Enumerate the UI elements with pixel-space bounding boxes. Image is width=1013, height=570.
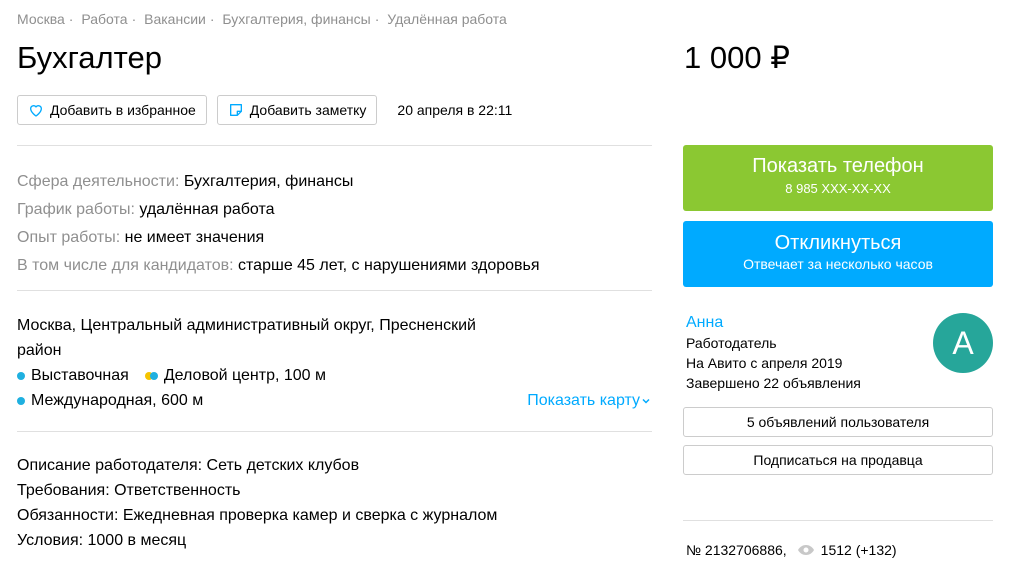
breadcrumb-item[interactable]: Москва <box>17 11 65 27</box>
param-value: удалённая работа <box>139 201 275 218</box>
divider <box>683 520 993 521</box>
heart-icon <box>29 105 43 117</box>
param-key: Сфера деятельности: <box>17 173 180 190</box>
seller-since: На Авито с апреля 2019 <box>686 355 843 371</box>
divider <box>17 145 652 146</box>
description-line: Условия: 1000 в месяц <box>17 532 187 549</box>
breadcrumb-item[interactable]: Работа <box>81 11 127 27</box>
avatar[interactable]: А <box>933 313 993 373</box>
metro-station: Выставочная <box>17 363 129 388</box>
publish-date: 20 апреля в 22:11 <box>397 102 513 118</box>
subscribe-seller-button[interactable]: Подписаться на продавца <box>683 445 993 475</box>
breadcrumb-item[interactable]: Вакансии <box>144 11 206 27</box>
show-phone-button[interactable]: Показать телефон 8 985 XXX-XX-XX <box>683 145 993 211</box>
metro-dot-icon <box>17 396 25 405</box>
description-line: Требования: Ответственность <box>17 482 241 499</box>
respond-sub: Отвечает за несколько часов <box>743 256 933 272</box>
description-line: Описание работодателя: Сеть детских клуб… <box>17 457 360 474</box>
param-row: В том числе для кандидатов: старше 45 ле… <box>17 252 540 280</box>
item-number: № 2132706886, <box>686 542 787 558</box>
param-key: График работы: <box>17 201 135 218</box>
metro-station-name: Выставочная <box>31 367 129 384</box>
param-key: В том числе для кандидатов: <box>17 257 234 274</box>
param-key: Опыт работы: <box>17 229 121 246</box>
respond-label: Откликнуться <box>774 232 902 254</box>
param-value: Бухгалтерия, финансы <box>183 173 354 190</box>
respond-button[interactable]: Откликнуться Отвечает за несколько часов <box>683 221 993 287</box>
metro-station-name: Деловой центр, 100 м <box>163 367 327 384</box>
description: Описание работодателя: Сеть детских клуб… <box>17 453 497 553</box>
add-note-label: Добавить заметку <box>249 102 367 118</box>
address-block: Москва, Центральный административный окр… <box>17 313 652 413</box>
add-favorite-button[interactable]: Добавить в избранное <box>17 95 207 125</box>
metro-station: Международная, 600 м <box>17 388 203 413</box>
params-list: Сфера деятельности: Бухгалтерия, финансы… <box>17 168 540 280</box>
seller-info: Анна Работодатель На Авито с апреля 2019… <box>686 313 861 393</box>
seller-completed: Завершено 22 объявления <box>686 375 861 391</box>
param-row: Опыт работы: не имеет значения <box>17 224 540 252</box>
param-value: не имеет значения <box>124 229 265 246</box>
user-ads-button[interactable]: 5 объявлений пользователя <box>683 407 993 437</box>
param-row: График работы: удалённая работа <box>17 196 540 224</box>
phone-number-masked: 8 985 XXX-XX-XX <box>785 181 891 196</box>
breadcrumb-item[interactable]: Бухгалтерия, финансы <box>222 11 370 27</box>
breadcrumb-item[interactable]: Удалённая работа <box>387 11 507 27</box>
show-phone-label: Показать телефон <box>752 155 924 177</box>
show-map-link[interactable]: Показать карту <box>527 388 652 413</box>
address-text: Москва, Центральный административный окр… <box>17 317 476 359</box>
metro-station: Деловой центр, 100 м <box>144 363 327 388</box>
page-title: Бухгалтер <box>17 40 162 75</box>
metro-line: Выставочная Деловой центр, 100 м <box>17 363 652 388</box>
eye-icon <box>797 545 814 555</box>
add-note-button[interactable]: Добавить заметку <box>216 95 378 125</box>
param-value: старше 45 лет, с нарушениями здоровья <box>238 257 540 274</box>
breadcrumb: Москва · Работа · Вакансии · Бухгалтерия, ф… <box>17 11 507 27</box>
item-meta: № 2132706886, 1512 (+132) <box>686 542 897 558</box>
show-map-label: Показать карту <box>527 392 640 409</box>
price: 1 000 ₽ <box>684 40 790 75</box>
metro-dot-icon <box>149 371 158 380</box>
metro-dot-icon <box>17 371 25 380</box>
add-favorite-label: Добавить в избранное <box>50 102 196 118</box>
chevron-down-icon <box>642 398 650 404</box>
views-count: 1512 (+132) <box>820 542 897 558</box>
seller-name[interactable]: Анна <box>686 313 861 333</box>
metro-station-name: Международная, 600 м <box>31 392 204 409</box>
param-row: Сфера деятельности: Бухгалтерия, финансы <box>17 168 540 196</box>
action-bar: Добавить в избранное Добавить заметку 20… <box>17 95 512 125</box>
description-line: Обязанности: Ежедневная проверка камер и… <box>17 507 498 524</box>
note-icon <box>229 104 242 116</box>
divider <box>17 431 652 432</box>
divider <box>17 290 652 291</box>
seller-role: Работодатель <box>686 335 777 351</box>
